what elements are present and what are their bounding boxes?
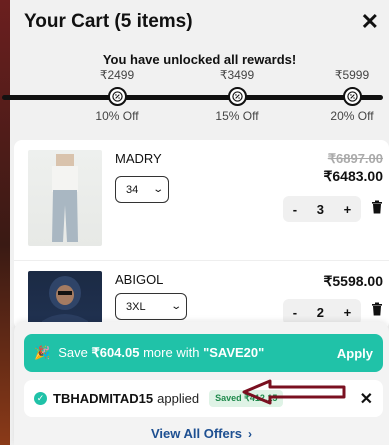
size-select[interactable]: 34 ⌄ — [115, 176, 169, 203]
chevron-right-icon: › — [248, 427, 253, 441]
increase-button[interactable]: + — [344, 305, 352, 320]
remove-coupon-icon[interactable]: ✕ — [360, 389, 373, 409]
item-price: ₹6483.00 — [323, 168, 383, 184]
original-price: ₹6897.00 — [327, 151, 383, 166]
size-select[interactable]: 3XL ⌄ — [115, 293, 187, 320]
product-name[interactable]: ABIGOL — [115, 272, 163, 287]
rewards-progress-bar — [2, 95, 383, 100]
offer-amount: ₹604.05 — [91, 345, 140, 360]
item-price: ₹5598.00 — [323, 273, 383, 289]
coupon-status: applied — [157, 391, 200, 406]
milestone-discount: 20% Off — [330, 109, 374, 123]
milestone-price: ₹2499 — [99, 68, 135, 82]
chevron-down-icon: ⌄ — [169, 301, 182, 312]
close-icon[interactable]: ✕ — [361, 11, 379, 33]
annotation-arrow-icon — [242, 379, 346, 405]
cart-header: Your Cart (5 items) ✕ — [10, 0, 389, 44]
rewards-message: You have unlocked all rewards! — [102, 52, 297, 67]
chevron-down-icon: ⌄ — [151, 184, 164, 195]
offer-text: Save ₹604.05 more with "SAVE20" — [58, 345, 265, 360]
offer-banner[interactable]: 🎉 Save ₹604.05 more with "SAVE20" Apply — [24, 334, 383, 372]
discount-badge-icon — [343, 87, 362, 106]
party-popper-icon: 🎉 — [34, 345, 51, 360]
cart-title: Your Cart (5 items) — [24, 11, 193, 32]
product-name[interactable]: MADRY — [115, 151, 162, 166]
size-value: 34 — [126, 183, 139, 196]
increase-button[interactable]: + — [344, 202, 352, 217]
milestone-discount: 10% Off — [95, 109, 139, 123]
cart-item: MADRY 34 ⌄ ₹6897.00 ₹6483.00 - 3 + — [14, 140, 389, 261]
size-value: 3XL — [126, 300, 146, 313]
milestone-price: ₹3499 — [219, 68, 255, 82]
apply-offer-button[interactable]: Apply — [337, 346, 373, 361]
view-all-offers-link[interactable]: View All Offers › — [14, 426, 389, 441]
quantity-value: 3 — [316, 201, 324, 217]
decrease-button[interactable]: - — [293, 202, 297, 217]
cart-items-list: MADRY 34 ⌄ ₹6897.00 ₹6483.00 - 3 + ABIGO — [14, 140, 389, 330]
page-backdrop — [0, 0, 10, 445]
milestone-price: ₹5999 — [334, 68, 370, 82]
quantity-value: 2 — [316, 304, 324, 320]
discount-badge-icon — [108, 87, 127, 106]
cart-item: ABIGOL 3XL ⌄ ₹5598.00 - 2 + — [14, 261, 389, 330]
quantity-stepper: - 3 + — [283, 196, 361, 222]
trash-icon[interactable] — [371, 302, 383, 316]
product-image[interactable] — [28, 150, 102, 246]
trash-icon[interactable] — [371, 200, 383, 214]
offer-code: "SAVE20" — [203, 345, 265, 360]
milestone-discount: 15% Off — [215, 109, 259, 123]
coupon-code: TBHADMITAD15 — [53, 391, 154, 406]
decrease-button[interactable]: - — [293, 305, 297, 320]
discount-badge-icon — [228, 87, 247, 106]
check-icon: ✓ — [34, 392, 47, 405]
